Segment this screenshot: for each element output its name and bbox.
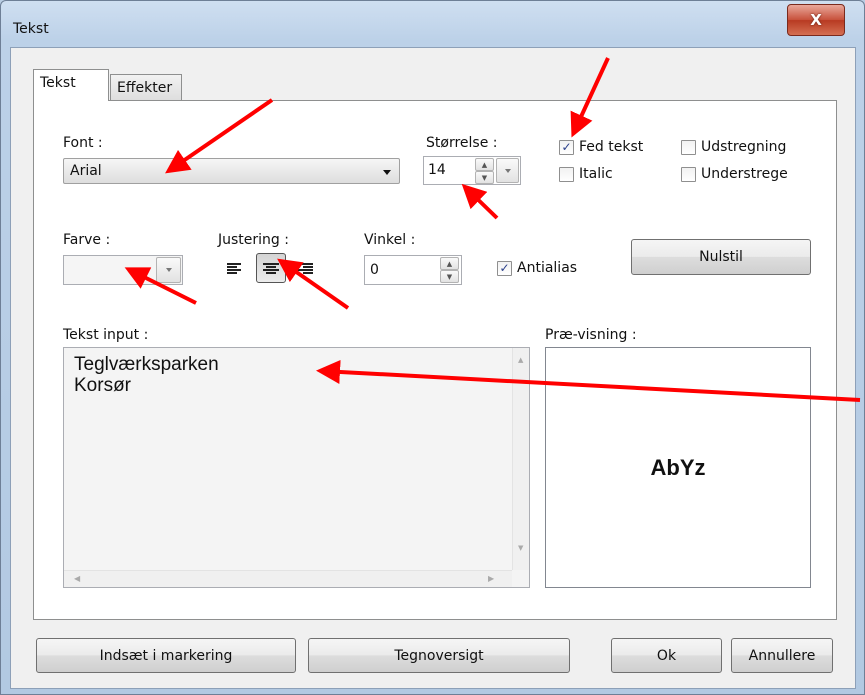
color-picker[interactable] [63, 255, 183, 285]
separator [63, 208, 810, 209]
chevron-down-icon [165, 268, 172, 272]
scroll-down-icon[interactable]: ▼ [518, 544, 523, 552]
bold-label: Fed tekst [579, 139, 644, 155]
strikethrough-checkbox[interactable]: Udstregning [681, 139, 786, 155]
chevron-down-icon [504, 168, 511, 173]
bold-checkbox[interactable]: ✓ Fed tekst [559, 139, 643, 155]
strikethrough-label: Udstregning [701, 139, 787, 155]
size-field: 14 ▲ ▼ [423, 156, 521, 185]
character-map-button[interactable]: Tegnoversigt [308, 638, 570, 673]
ok-button-label: Ok [656, 647, 677, 664]
text-input-area[interactable]: Teglværksparken Korsør ▲ ▼ ◀ ▶ [63, 347, 530, 588]
size-label: Størrelse : [426, 135, 498, 151]
checkbox-box [681, 166, 696, 182]
font-label: Font : [63, 135, 103, 151]
antialias-checkbox[interactable]: ✓ Antialias [497, 260, 577, 276]
italic-checkbox[interactable]: Italic [559, 166, 613, 182]
arrow-up-icon: ▲ [446, 259, 453, 268]
checkbox-box [681, 139, 696, 155]
preview-label: Præ-visning : [545, 327, 637, 343]
italic-label: Italic [579, 166, 613, 182]
reset-button[interactable]: Nulstil [631, 239, 811, 275]
font-select-value: Arial [70, 163, 102, 179]
size-dropdown-button[interactable] [496, 158, 519, 183]
align-left-button[interactable] [222, 255, 248, 281]
angle-value[interactable]: 0 [370, 262, 379, 278]
preview-box: AbYz [545, 347, 811, 588]
scroll-left-icon[interactable]: ◀ [74, 574, 80, 583]
align-right-icon [297, 262, 313, 275]
preview-sample: AbYz [650, 454, 706, 480]
charmap-button-label: Tegnoversigt [394, 647, 484, 664]
scroll-up-icon[interactable]: ▲ [518, 356, 523, 364]
underline-checkbox[interactable]: Understrege [681, 166, 788, 182]
cancel-button-label: Annullere [748, 647, 816, 664]
text-input-value[interactable]: Teglværksparken Korsør [74, 354, 219, 396]
scroll-right-icon[interactable]: ▶ [488, 574, 494, 583]
insert-button-label: Indsæt i markering [99, 647, 233, 664]
alignment-label: Justering : [218, 232, 289, 248]
checkbox-box [559, 166, 574, 182]
reset-button-label: Nulstil [699, 249, 743, 265]
angle-down-button[interactable]: ▼ [440, 270, 459, 283]
checkmark-icon: ✓ [497, 260, 512, 276]
underline-label: Understrege [701, 166, 788, 182]
insert-in-selection-button[interactable]: Indsæt i markering [36, 638, 296, 673]
antialias-label: Antialias [517, 260, 578, 276]
size-value[interactable]: 14 [428, 162, 446, 178]
align-right-button[interactable] [292, 255, 318, 281]
ok-button[interactable]: Ok [611, 638, 722, 673]
size-down-button[interactable]: ▼ [475, 171, 494, 184]
align-center-button[interactable] [256, 253, 286, 283]
vertical-scrollbar[interactable]: ▲ ▼ [512, 348, 529, 570]
arrow-down-icon: ▼ [446, 272, 453, 281]
text-input-label: Tekst input : [63, 327, 149, 343]
chevron-down-icon [383, 170, 391, 175]
cancel-button[interactable]: Annullere [731, 638, 833, 673]
separator [63, 305, 810, 306]
size-up-button[interactable]: ▲ [475, 158, 494, 171]
horizontal-scrollbar[interactable]: ◀ ▶ [64, 570, 512, 587]
angle-up-button[interactable]: ▲ [440, 257, 459, 270]
font-select[interactable]: Arial [63, 158, 400, 184]
align-center-icon [263, 262, 279, 275]
checkmark-icon: ✓ [559, 139, 574, 155]
color-dropdown-button[interactable] [156, 257, 181, 283]
angle-label: Vinkel : [364, 232, 416, 248]
color-label: Farve : [63, 232, 111, 248]
angle-field: 0 ▲ ▼ [364, 255, 462, 285]
align-left-icon [227, 262, 243, 275]
arrow-up-icon: ▲ [481, 160, 488, 169]
arrow-down-icon: ▼ [481, 173, 488, 182]
